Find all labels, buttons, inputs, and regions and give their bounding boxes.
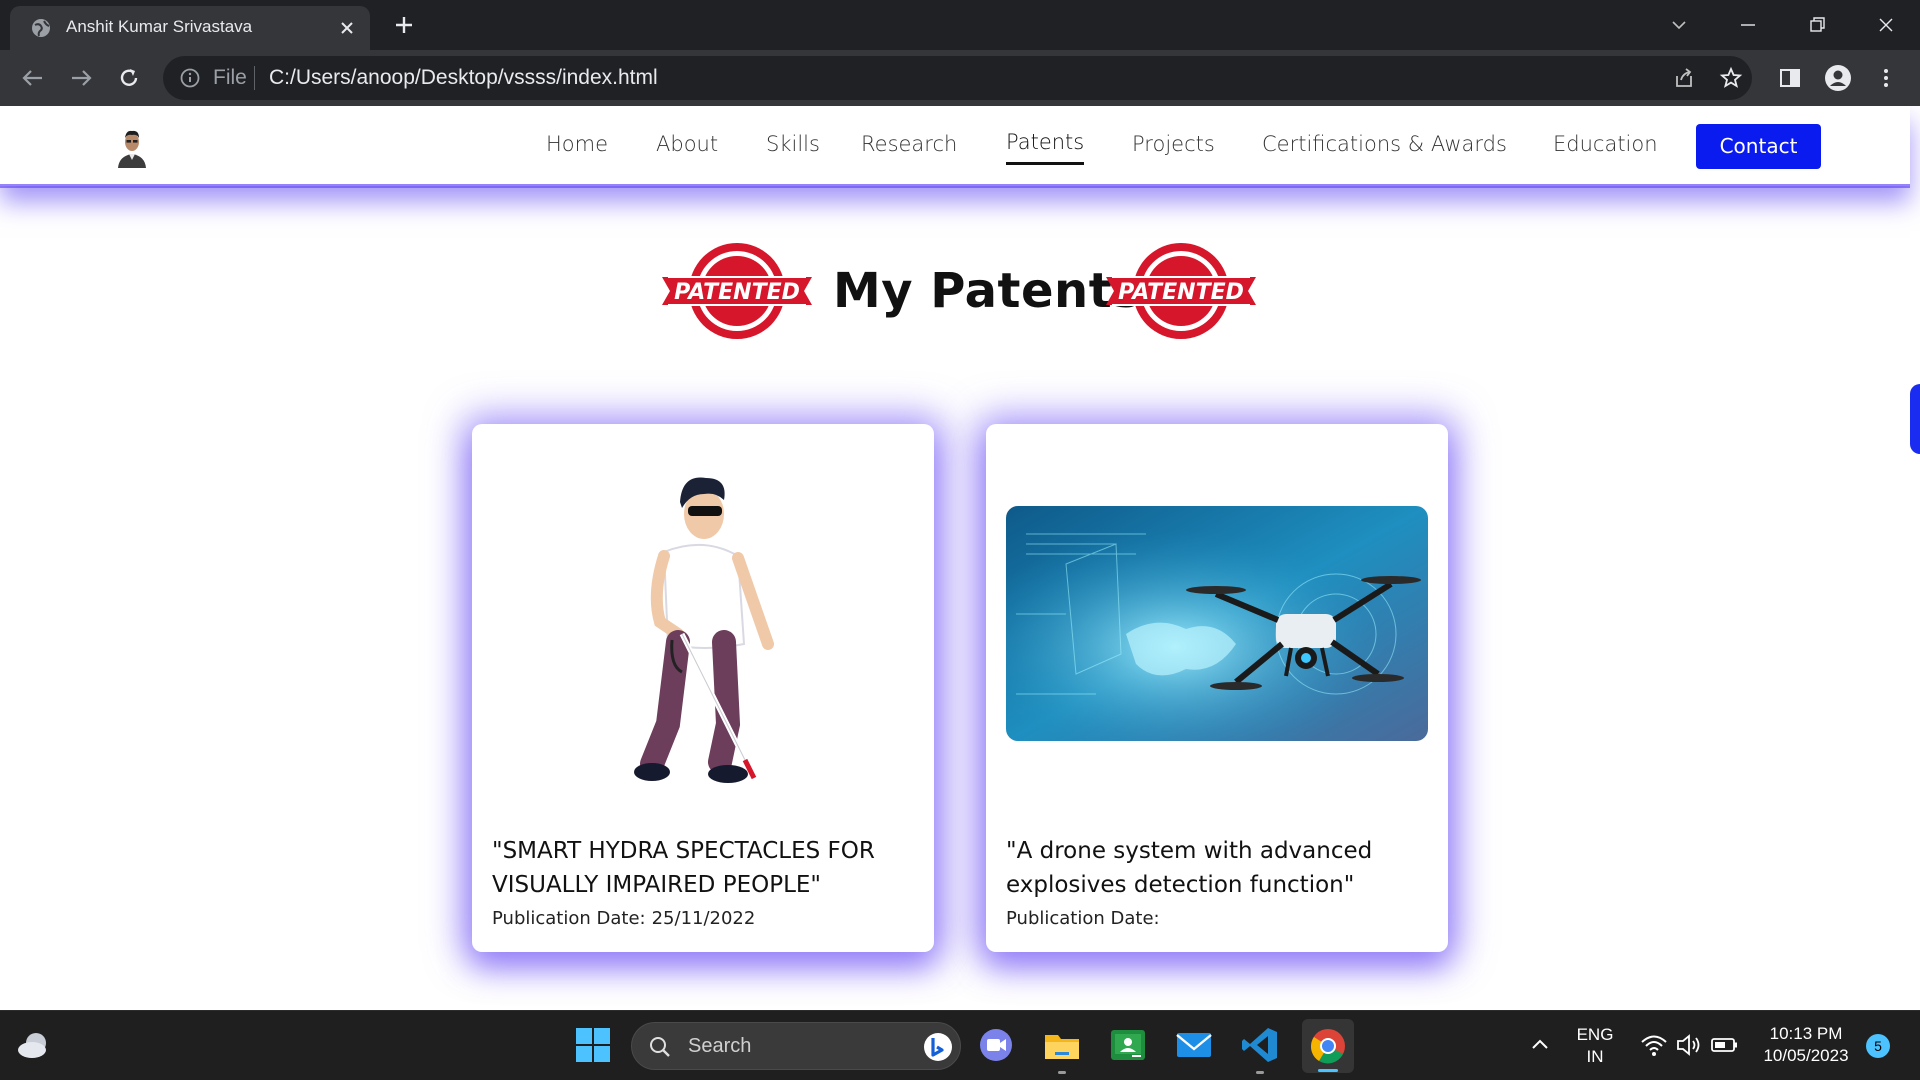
teams-chat-icon[interactable]: [976, 1025, 1016, 1065]
nav-skills[interactable]: Skills: [766, 132, 820, 156]
more-menu-icon[interactable]: [1872, 64, 1900, 92]
chrome-icon: [1310, 1029, 1345, 1064]
publication-date-label: Publication Date:: [1006, 908, 1160, 929]
address-bar[interactable]: File C:/Users/anoop/Desktop/vssss/index.…: [163, 56, 1752, 100]
patented-badge-icon: PATENTED: [1106, 243, 1256, 339]
forward-icon[interactable]: [66, 63, 96, 93]
patent-card[interactable]: "A drone system with advanced explosives…: [986, 424, 1448, 952]
patents-heading: PATENTED My Patents PATENTED: [0, 241, 1920, 351]
main-navigation: Home About Skills Research Patents Proje…: [0, 106, 1910, 186]
chevron-up-icon[interactable]: [1520, 1025, 1560, 1065]
back-icon[interactable]: [18, 63, 48, 93]
browser-title-bar: Anshit Kumar Srivastava: [0, 0, 1920, 50]
floating-side-tab[interactable]: [1910, 384, 1920, 454]
badge-text: PATENTED: [674, 280, 800, 305]
publication-date-label: Publication Date:: [492, 908, 646, 929]
language-indicator[interactable]: ENG IN: [1576, 1024, 1614, 1068]
url-separator: [254, 66, 255, 90]
url-text[interactable]: C:/Users/anoop/Desktop/vssss/index.html: [269, 66, 658, 90]
browser-tab[interactable]: Anshit Kumar Srivastava: [10, 6, 370, 50]
language-code: ENG: [1576, 1025, 1614, 1044]
restore-icon[interactable]: [1802, 10, 1832, 40]
nav-home[interactable]: Home: [546, 132, 608, 156]
patented-badge-icon: PATENTED: [662, 243, 812, 339]
section-title: My Patents: [833, 263, 1142, 319]
clock-time: 10:13 PM: [1769, 1024, 1843, 1043]
active-app-indicator: [1318, 1069, 1338, 1072]
side-panel-icon[interactable]: [1776, 64, 1804, 92]
patent-card[interactable]: "SMART HYDRA SPECTACLES FOR VISUALLY IMP…: [472, 424, 934, 952]
close-tab-icon[interactable]: [336, 17, 358, 39]
file-explorer-icon[interactable]: [1042, 1025, 1082, 1065]
bing-icon[interactable]: [922, 1031, 954, 1063]
contact-button[interactable]: Contact: [1696, 124, 1821, 169]
tab-title: Anshit Kumar Srivastava: [66, 17, 253, 36]
classroom-icon[interactable]: [1108, 1025, 1148, 1065]
clock-date: 10/05/2023: [1763, 1046, 1849, 1065]
vscode-icon[interactable]: [1240, 1025, 1280, 1065]
page-viewport: Home About Skills Research Patents Proje…: [0, 106, 1920, 1010]
battery-icon[interactable]: [1704, 1025, 1744, 1065]
nav-patents[interactable]: Patents: [1006, 130, 1085, 165]
badge-text: PATENTED: [1118, 280, 1244, 305]
volume-icon[interactable]: [1668, 1025, 1708, 1065]
share-icon[interactable]: [1672, 66, 1696, 90]
publication-date: Publication Date:: [1006, 908, 1166, 929]
publication-date-value: 25/11/2022: [651, 908, 756, 929]
running-indicator: [1058, 1071, 1066, 1074]
weather-widget-icon[interactable]: [14, 1025, 54, 1065]
publication-date: Publication Date: 25/11/2022: [492, 908, 755, 929]
blind-man-illustration: [634, 477, 774, 783]
profile-icon[interactable]: [1824, 64, 1852, 92]
nav-education[interactable]: Education: [1553, 132, 1658, 156]
notification-badge[interactable]: 5: [1866, 1034, 1890, 1058]
clock[interactable]: 10:13 PM 10/05/2023: [1756, 1023, 1856, 1067]
search-label: Search: [688, 1035, 752, 1057]
start-windows-icon[interactable]: [573, 1025, 613, 1065]
site-header: Home About Skills Research Patents Proje…: [0, 106, 1910, 188]
search-icon: [650, 1037, 670, 1057]
running-indicator: [1256, 1071, 1264, 1074]
new-tab-icon[interactable]: [392, 13, 416, 37]
mail-icon[interactable]: [1174, 1025, 1214, 1065]
nav-projects[interactable]: Projects: [1132, 132, 1215, 156]
browser-toolbar: File C:/Users/anoop/Desktop/vssss/index.…: [0, 50, 1920, 106]
patent-title: "A drone system with advanced explosives…: [1006, 838, 1373, 898]
minimize-icon[interactable]: [1733, 10, 1763, 40]
bookmark-star-icon[interactable]: [1719, 66, 1743, 90]
patent-title: "SMART HYDRA SPECTACLES FOR VISUALLY IMP…: [492, 838, 875, 898]
drone-hologram-image: [1006, 506, 1428, 741]
globe-icon: [32, 19, 50, 37]
chrome-taskbar-slot[interactable]: [1302, 1019, 1354, 1073]
url-scheme-label: File: [213, 66, 247, 89]
region-code: IN: [1586, 1047, 1604, 1066]
tab-search-icon[interactable]: [1664, 10, 1694, 40]
nav-certifications-awards[interactable]: Certifications & Awards: [1262, 132, 1507, 156]
reload-icon[interactable]: [114, 63, 144, 93]
taskbar-search[interactable]: Search: [631, 1022, 961, 1070]
info-icon[interactable]: [179, 67, 201, 89]
nav-research[interactable]: Research: [861, 132, 957, 156]
close-window-icon[interactable]: [1871, 10, 1901, 40]
windows-taskbar: Search ENG IN 10:13 PM 10/05/2023 5: [0, 1010, 1920, 1080]
nav-about[interactable]: About: [656, 132, 718, 156]
